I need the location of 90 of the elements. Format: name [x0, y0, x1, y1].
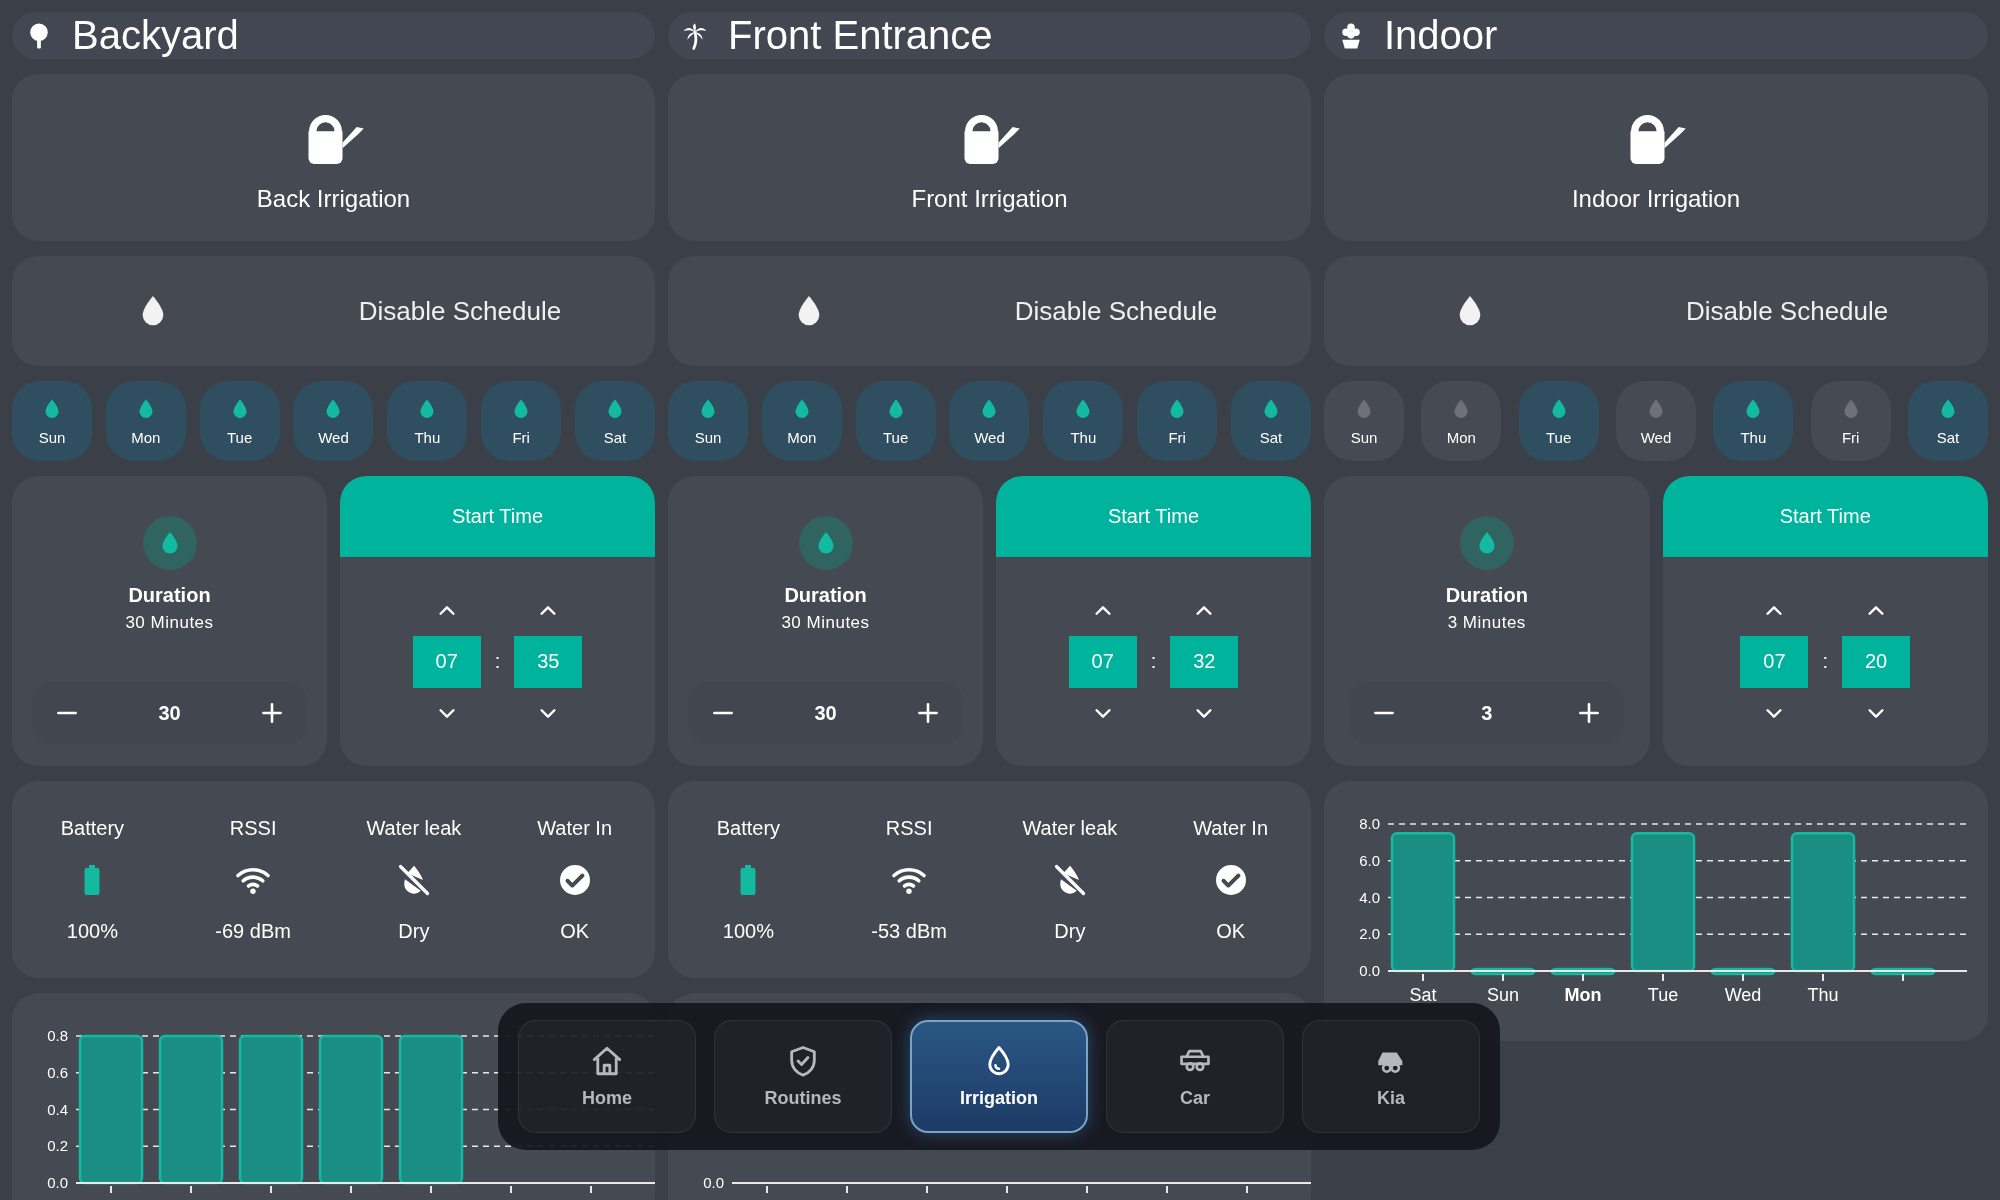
- bar: [1710, 967, 1776, 976]
- bar: [1870, 967, 1936, 976]
- zone-title: Backyard: [72, 13, 239, 58]
- sensor-value: OK: [1216, 919, 1246, 943]
- sensor-value: Dry: [398, 919, 430, 943]
- sensor-label: Battery: [60, 816, 125, 840]
- sensor-label: Battery: [716, 816, 781, 840]
- valve-button[interactable]: Indoor Irrigation: [1324, 74, 1988, 241]
- day-button[interactable]: Thu: [387, 381, 468, 461]
- day-button[interactable]: Wed: [1616, 381, 1696, 461]
- day-button[interactable]: Tue: [1518, 381, 1599, 461]
- day-button[interactable]: Mon: [761, 381, 842, 461]
- valve-button[interactable]: Back Irrigation: [12, 74, 655, 241]
- nav-tab[interactable]: Irrigation: [910, 1020, 1088, 1133]
- start-time-title: Start Time: [1107, 505, 1200, 528]
- time-separator: :: [494, 650, 501, 673]
- start-time-title: Start Time: [1779, 505, 1871, 528]
- day-button[interactable]: Sat: [1907, 381, 1988, 461]
- day-button[interactable]: Wed: [293, 381, 374, 461]
- day-button[interactable]: Tue: [855, 381, 936, 461]
- zone-title: Indoor: [1384, 13, 1498, 58]
- axis-label: 8.0: [1359, 815, 1380, 832]
- axis-label: Thu: [1807, 985, 1839, 1005]
- day-button[interactable]: Sun: [668, 381, 748, 461]
- axis-label: Tue: [1647, 985, 1679, 1005]
- sensor-value: -53 dBm: [871, 919, 947, 943]
- duration-text: 30 Minutes: [781, 613, 870, 633]
- sensor-value: 100%: [66, 919, 118, 943]
- day-button[interactable]: Mon: [105, 381, 186, 461]
- plus-icon[interactable]: [259, 700, 285, 726]
- axis-label: 0.4: [47, 1100, 68, 1118]
- axis-label: 2.0: [1359, 925, 1380, 943]
- axis-label: 6.0: [1359, 851, 1380, 869]
- day-button[interactable]: Thu: [1043, 381, 1124, 461]
- duration-text: 3 Minutes: [1447, 613, 1526, 633]
- nav-tab[interactable]: Kia: [1302, 1020, 1480, 1133]
- duration-value: 30: [158, 701, 181, 725]
- axis-label: Sun: [1487, 985, 1519, 1005]
- axis-label: 0.6: [47, 1063, 68, 1081]
- axis-label: Mon: [1564, 985, 1602, 1005]
- sensor-value: OK: [560, 919, 590, 943]
- day-button[interactable]: Sun: [1324, 381, 1404, 461]
- sensor-label: RSSI: [229, 816, 277, 840]
- duration-value: 30: [814, 701, 837, 725]
- nav-tab[interactable]: Routines: [714, 1020, 892, 1133]
- sensor-value: Dry: [1054, 919, 1086, 943]
- day-button[interactable]: Sat: [1230, 381, 1311, 461]
- time-separator: :: [1150, 650, 1157, 673]
- axis-label: 0.0: [47, 1174, 68, 1191]
- axis-label: 0.8: [47, 1027, 68, 1044]
- duration-title: Duration: [1445, 584, 1528, 607]
- nav-tab[interactable]: Car: [1106, 1020, 1284, 1133]
- day-button[interactable]: Fri: [481, 381, 562, 461]
- day-button[interactable]: Sat: [574, 381, 655, 461]
- schedule-toggle[interactable]: Disable Schedule: [668, 256, 1311, 366]
- sensor-value: 100%: [722, 919, 774, 943]
- zone-title: Front Entrance: [728, 13, 993, 58]
- schedule-toggle[interactable]: Disable Schedule: [12, 256, 655, 366]
- axis-label: 0.2: [47, 1137, 68, 1155]
- bar: [1470, 967, 1536, 976]
- axis-label: Wed: [1724, 985, 1762, 1005]
- axis-label: 4.0: [1359, 888, 1380, 906]
- day-button[interactable]: Wed: [949, 381, 1030, 461]
- day-button[interactable]: Sun: [12, 381, 92, 461]
- sensor-label: Water In: [1193, 816, 1269, 840]
- day-button[interactable]: Tue: [199, 381, 280, 461]
- sensor-label: Water leak: [366, 816, 462, 840]
- home-icon: [590, 1044, 624, 1078]
- sensor-label: RSSI: [885, 816, 933, 840]
- sensor-label: Water leak: [1022, 816, 1118, 840]
- duration-value: 3: [1481, 701, 1493, 725]
- nav-tab[interactable]: Home: [518, 1020, 696, 1133]
- plus-icon[interactable]: [915, 700, 941, 726]
- duration-title: Duration: [784, 584, 867, 607]
- bar: [1550, 967, 1616, 976]
- axis-label: 0.0: [1359, 962, 1380, 979]
- day-button[interactable]: Fri: [1137, 381, 1218, 461]
- start-time-title: Start Time: [451, 505, 544, 528]
- day-button[interactable]: Thu: [1713, 381, 1794, 461]
- sensor-label: Water In: [537, 816, 613, 840]
- day-button[interactable]: Fri: [1810, 381, 1891, 461]
- sensor-value: -69 dBm: [215, 919, 291, 943]
- time-separator: :: [1822, 650, 1829, 673]
- valve-button[interactable]: Front Irrigation: [668, 74, 1311, 241]
- day-button[interactable]: Mon: [1421, 381, 1502, 461]
- axis-label: Sat: [1409, 985, 1437, 1005]
- axis-label: 0.0: [703, 1174, 724, 1191]
- duration-text: 30 Minutes: [125, 613, 214, 633]
- schedule-toggle[interactable]: Disable Schedule: [1324, 256, 1988, 366]
- duration-title: Duration: [128, 584, 211, 607]
